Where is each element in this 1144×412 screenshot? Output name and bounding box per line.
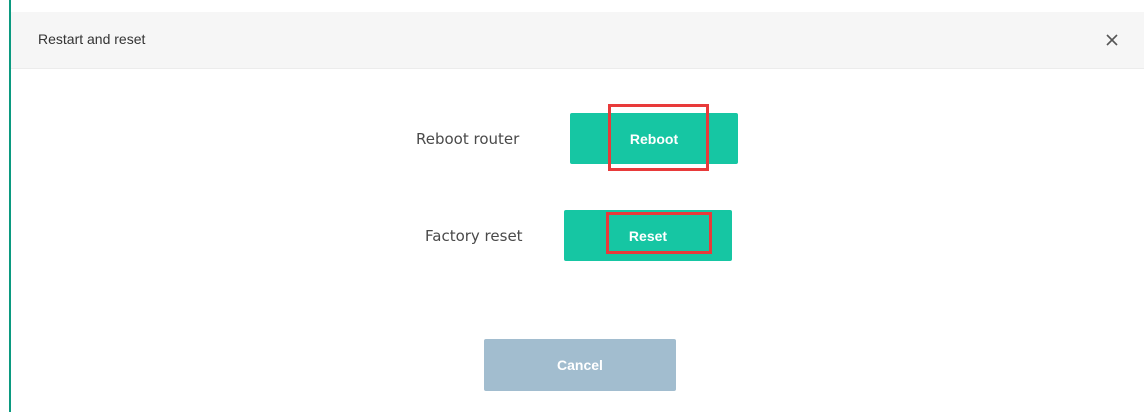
close-icon [1106, 34, 1118, 46]
page: Restart and reset Reboot router Reboot F… [0, 0, 1144, 412]
factory-reset-label: Factory reset [425, 227, 523, 245]
reboot-button-label: Reboot [629, 131, 679, 147]
reset-button[interactable]: Reset [564, 210, 732, 261]
close-button[interactable] [1100, 28, 1124, 52]
reboot-button[interactable]: Reboot [570, 113, 738, 164]
dialog-header: Restart and reset [11, 12, 1144, 69]
cancel-button[interactable]: Cancel [484, 339, 676, 391]
restart-reset-dialog: Restart and reset Reboot router Reboot F… [11, 0, 1144, 412]
reset-button-label: Reset [628, 228, 668, 244]
reboot-router-label: Reboot router [416, 130, 520, 148]
dialog-title: Restart and reset [38, 31, 146, 47]
